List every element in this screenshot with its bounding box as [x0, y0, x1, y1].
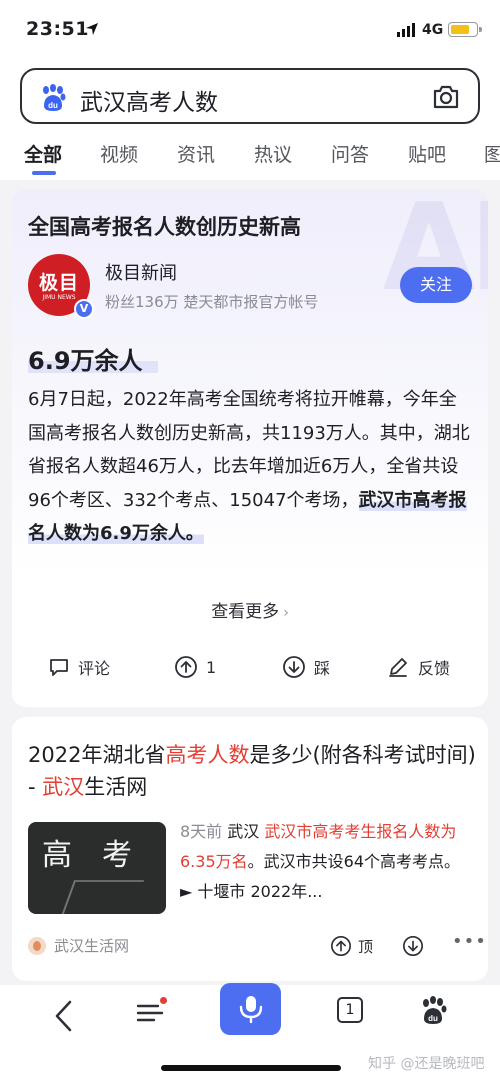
- thumbnail-char: 考: [102, 838, 132, 873]
- search-result-card[interactable]: 2022年湖北省高考人数是多少(附各科考试时间) - 武汉生活网 高 考 8天前…: [12, 717, 488, 981]
- open-tabs-button[interactable]: 1: [337, 997, 363, 1023]
- upvote-button[interactable]: 顶: [330, 935, 373, 957]
- camera-icon[interactable]: [432, 84, 460, 114]
- source-logo-text: 极目: [38, 272, 79, 294]
- network-type: 4G: [422, 22, 444, 38]
- status-time: 23:51: [26, 18, 89, 40]
- more-options-icon[interactable]: •••: [452, 931, 487, 952]
- voice-search-button[interactable]: [220, 983, 281, 1035]
- follow-button[interactable]: 关注: [400, 267, 472, 303]
- tab-all[interactable]: 全部: [24, 140, 62, 167]
- card-actions: 评论 1 踩 反馈: [12, 655, 488, 689]
- source-name[interactable]: 极目新闻: [105, 259, 177, 285]
- upvote-label: 顶: [358, 937, 374, 956]
- notification-dot: [160, 997, 167, 1004]
- tab-bar: 全部 视频 资讯 热议 问答 贴吧 图: [0, 136, 500, 178]
- back-icon[interactable]: [52, 999, 76, 1037]
- search-header: du 武汉高考人数 全部 视频 资讯 热议 问答 贴吧 图: [0, 58, 500, 180]
- arrow-down-icon: [283, 656, 305, 678]
- result-site[interactable]: 武汉生活网: [28, 935, 129, 956]
- result-thumbnail[interactable]: 高 考: [28, 822, 166, 914]
- status-bar: 23:51 4G: [0, 0, 500, 58]
- baidu-home-icon[interactable]: du: [421, 995, 447, 1029]
- arrow-up-icon: [175, 656, 197, 678]
- result-date: 8天前: [180, 822, 223, 841]
- source-meta: 粉丝136万 楚天都市报官方帐号: [105, 293, 319, 311]
- feedback-button[interactable]: 反馈: [386, 655, 450, 679]
- comment-icon: [50, 659, 68, 676]
- view-more-button[interactable]: 查看更多 ›: [12, 597, 488, 622]
- answer-value: 6.9万余人: [28, 347, 143, 375]
- active-tab-indicator: [32, 171, 56, 175]
- svg-text:du: du: [428, 1014, 438, 1023]
- baidu-paw-icon: du: [40, 84, 66, 116]
- tab-hot[interactable]: 热议: [254, 140, 292, 167]
- card-title[interactable]: 全国高考报名人数创历史新高: [28, 211, 301, 241]
- result-title[interactable]: 2022年湖北省高考人数是多少(附各科考试时间) - 武汉生活网: [28, 739, 476, 803]
- tab-news[interactable]: 资讯: [177, 140, 215, 167]
- battery-icon: [448, 22, 482, 37]
- pencil-icon: [389, 658, 407, 677]
- dislike-label: 踩: [314, 659, 331, 678]
- result-title-part: 2022年湖北省: [28, 743, 166, 767]
- verified-badge-icon: V: [74, 299, 94, 319]
- result-title-keyword: 高考人数: [165, 743, 250, 767]
- search-box[interactable]: du 武汉高考人数: [20, 68, 480, 124]
- search-input[interactable]: 武汉高考人数: [80, 83, 218, 117]
- tab-qa[interactable]: 问答: [331, 140, 369, 167]
- tab-video[interactable]: 视频: [100, 140, 138, 167]
- answer-card: AI 全国高考报名人数创历史新高 极目 JIMU NEWS V 极目新闻 粉丝1…: [12, 189, 488, 707]
- feedback-label: 反馈: [418, 659, 451, 678]
- home-indicator[interactable]: [161, 1065, 341, 1071]
- watermark-text: 知乎 @还是晚班吧: [368, 1056, 485, 1072]
- downvote-button[interactable]: [402, 935, 424, 961]
- menu-icon[interactable]: [136, 997, 167, 1031]
- bottom-nav-bar: 1 du 知乎 @还是晚班吧: [0, 983, 500, 1083]
- result-title-keyword: 武汉: [42, 775, 85, 799]
- like-button[interactable]: 1: [174, 655, 216, 679]
- snippet-part: 武汉: [227, 822, 265, 841]
- tab-tieba[interactable]: 贴吧: [408, 140, 446, 167]
- result-title-part: 生活网: [84, 775, 148, 799]
- location-arrow-icon: [84, 21, 100, 41]
- arrow-up-icon: [331, 936, 351, 956]
- books-illustration: [61, 880, 145, 914]
- tab-images[interactable]: 图: [484, 140, 500, 167]
- result-snippet: 8天前 武汉 武汉市高考考生报名人数为6.35万名。武汉市共设64个高考考点。 …: [180, 817, 476, 907]
- site-name: 武汉生活网: [54, 937, 130, 955]
- view-more-label: 查看更多: [211, 602, 280, 622]
- thumbnail-char: 高: [42, 838, 72, 873]
- like-count: 1: [206, 657, 217, 677]
- signal-icon: [397, 22, 417, 41]
- microphone-icon: [239, 996, 263, 1024]
- dislike-button[interactable]: 踩: [282, 655, 330, 679]
- site-favicon-icon: [28, 936, 46, 955]
- chevron-right-icon: ›: [283, 605, 289, 621]
- answer-body: 6月7日起，2022年高考全国统考将拉开帷幕，今年全国高考报名人数创历史新高，共…: [28, 383, 472, 551]
- arrow-down-icon: [403, 936, 423, 956]
- comment-button[interactable]: 评论: [48, 655, 110, 679]
- comment-label: 评论: [78, 659, 111, 678]
- svg-text:du: du: [48, 101, 58, 110]
